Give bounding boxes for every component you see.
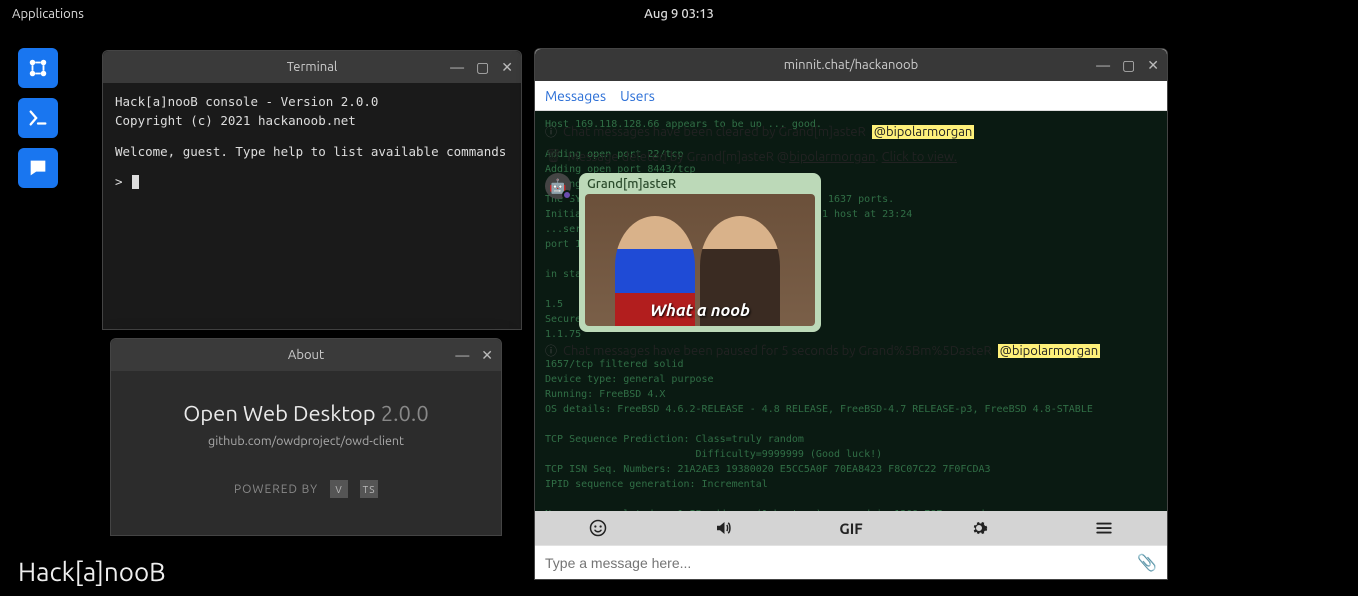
minimize-button[interactable]: — (450, 59, 464, 76)
avatar[interactable]: 🤖 (545, 173, 571, 199)
about-title: About (288, 348, 324, 362)
message-gif[interactable]: What a noob (585, 194, 815, 326)
emoji-button[interactable] (589, 519, 607, 537)
user-mention[interactable]: @bipolarmorgan (998, 344, 1101, 358)
close-button[interactable]: ✕ (481, 347, 493, 364)
terminal-cursor (132, 175, 139, 189)
system-message: ⓘ Chat messages have been cleared by Gra… (545, 121, 1157, 142)
terminal-line: Copyright (c) 2021 hackanoob.net (115, 112, 509, 131)
deleted-message: 🗑 Message deleted by Grand[m]asteR @bipo… (545, 146, 1157, 167)
chat-input-row: 📎 (535, 545, 1167, 579)
chat-window: minnit.chat/hackanoob — ▢ ✕ Messages Use… (534, 48, 1168, 580)
message-bubble: Grand[m]asteR What a noob (579, 173, 821, 332)
dock-chat[interactable] (18, 148, 58, 188)
click-to-view-link[interactable]: Click to view. (882, 150, 957, 164)
menu-button[interactable] (1095, 519, 1113, 537)
terminal-line: Welcome, guest. Type help to list availa… (115, 143, 509, 162)
about-version: 2.0.0 (381, 401, 429, 426)
sound-button[interactable] (714, 519, 732, 537)
chat-message: 🤖 Grand[m]asteR What a noob (545, 173, 1157, 332)
message-input[interactable] (545, 555, 1137, 571)
maximize-button[interactable]: ▢ (476, 59, 489, 76)
message-username[interactable]: Grand[m]asteR (585, 177, 815, 191)
terminal-prompt: > (115, 174, 130, 189)
applications-menu[interactable]: Applications (12, 7, 84, 21)
chat-body[interactable]: Host 169.118.128.66 appears to be up ...… (535, 111, 1167, 511)
about-repo-link[interactable]: github.com/owdproject/owd-client (131, 434, 481, 448)
terminal-body[interactable]: Hack[a]nooB console - Version 2.0.0 Copy… (103, 83, 521, 202)
dock (18, 48, 58, 188)
close-button[interactable]: ✕ (1147, 57, 1159, 74)
dock-terminal[interactable] (18, 98, 58, 138)
terminal-titlebar[interactable]: Terminal — ▢ ✕ (103, 51, 521, 83)
system-text: Chat messages have been cleared by Grand… (563, 125, 866, 139)
terminal-window: Terminal — ▢ ✕ Hack[a]nooB console - Ver… (102, 50, 522, 330)
chat-title: minnit.chat/hackanoob (784, 58, 919, 72)
gif-caption: What a noob (650, 301, 750, 320)
user-link[interactable]: bipolarmorgan (789, 150, 875, 164)
about-product: Open Web Desktop (183, 401, 375, 426)
minimize-button[interactable]: — (455, 347, 469, 364)
tab-messages[interactable]: Messages (545, 88, 606, 104)
tab-users[interactable]: Users (620, 88, 655, 104)
system-text: Chat messages have been paused for 5 sec… (563, 344, 992, 358)
clock: Aug 9 03:13 (644, 7, 714, 21)
status-dot (562, 190, 572, 200)
close-button[interactable]: ✕ (501, 59, 513, 76)
vue-badge-icon: V (330, 480, 348, 498)
attach-button[interactable]: 📎 (1137, 553, 1157, 572)
dock-apps[interactable] (18, 48, 58, 88)
minimize-button[interactable]: — (1096, 57, 1110, 74)
about-titlebar[interactable]: About — ✕ (111, 339, 501, 371)
info-icon: ⓘ (545, 123, 557, 140)
powered-by-label: POWERED BY (234, 483, 318, 496)
terminal-line: Hack[a]nooB console - Version 2.0.0 (115, 93, 509, 112)
chat-toolbar: GIF (535, 511, 1167, 545)
info-icon: ⓘ (545, 342, 557, 359)
gif-button[interactable]: GIF (839, 520, 862, 537)
about-window: About — ✕ Open Web Desktop 2.0.0 github.… (110, 338, 502, 536)
maximize-button[interactable]: ▢ (1122, 57, 1135, 74)
system-message: ⓘ Chat messages have been paused for 5 s… (545, 340, 1157, 361)
deleted-text: Message deleted by Grand[m]asteR @ (568, 150, 790, 164)
brand-label: Hack[a]nooB (18, 557, 166, 586)
ts-badge-icon: TS (360, 480, 378, 498)
user-mention[interactable]: @bipolarmorgan (872, 125, 975, 139)
about-heading: Open Web Desktop 2.0.0 (131, 401, 481, 426)
trash-icon: 🗑 (545, 149, 562, 164)
terminal-title: Terminal (287, 60, 338, 74)
chat-tabs: Messages Users (535, 81, 1167, 111)
chat-titlebar[interactable]: minnit.chat/hackanoob — ▢ ✕ (535, 49, 1167, 81)
settings-button[interactable] (970, 519, 988, 537)
